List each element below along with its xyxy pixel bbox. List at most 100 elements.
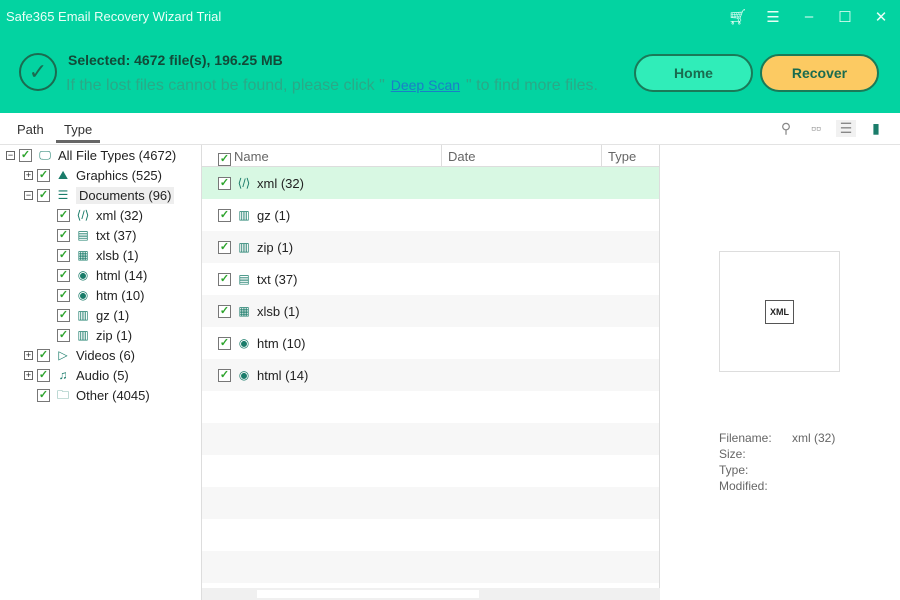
file-metadata: Filename: xml (32) Size: Type: Modified: bbox=[719, 430, 835, 494]
tree-node-html[interactable]: ✓ ◉ html (14) bbox=[57, 265, 147, 285]
checkbox[interactable]: ✓ bbox=[57, 308, 70, 322]
close-button[interactable]: ✕ bbox=[872, 8, 890, 26]
table-row[interactable] bbox=[202, 455, 659, 487]
tree-node-htm[interactable]: ✓ ◉ htm (10) bbox=[57, 285, 144, 305]
tree-node-videos[interactable]: + ✓ ▷ Videos (6) bbox=[24, 345, 135, 365]
preview-pane-icon[interactable]: ▮ bbox=[866, 120, 886, 137]
node-label: txt (37) bbox=[96, 227, 137, 243]
html-icon: ◉ bbox=[77, 268, 89, 282]
tree-node-other[interactable]: ✓ 🗀 Other (4045) bbox=[37, 385, 150, 405]
checkbox[interactable]: ✓ bbox=[37, 348, 50, 362]
node-label: All File Types (4672) bbox=[58, 147, 177, 163]
node-label: Videos (6) bbox=[76, 347, 136, 363]
expand-icon[interactable]: + bbox=[24, 370, 33, 380]
tree-node-gz[interactable]: ✓ ▥ gz (1) bbox=[57, 305, 129, 325]
table-row[interactable]: ✓ ▥ zip (1) bbox=[202, 231, 659, 263]
column-type[interactable]: Type bbox=[608, 149, 636, 164]
column-name[interactable]: Name bbox=[234, 149, 269, 164]
maximize-button[interactable]: ☐ bbox=[836, 8, 854, 26]
table-row[interactable]: ✓ ▦ xlsb (1) bbox=[202, 295, 659, 327]
list-header: ✓ Name Date Type bbox=[202, 145, 659, 167]
xml-icon: ⟨/⟩ bbox=[76, 208, 90, 222]
collapse-icon[interactable]: − bbox=[24, 190, 33, 200]
expand-icon[interactable]: + bbox=[24, 350, 33, 360]
excel-icon: ▦ bbox=[77, 248, 89, 262]
column-date[interactable]: Date bbox=[448, 149, 475, 164]
checkbox[interactable]: ✓ bbox=[218, 240, 231, 254]
node-label: zip (1) bbox=[96, 327, 133, 343]
filename-value: xml (32) bbox=[792, 431, 836, 445]
menu-icon[interactable]: ☰ bbox=[764, 8, 782, 26]
checkbox[interactable]: ✓ bbox=[218, 208, 231, 222]
recover-button[interactable]: Recover bbox=[760, 54, 879, 92]
tree-node-all[interactable]: − ✓ 🖵 All File Types (4672) bbox=[6, 145, 176, 165]
minimize-button[interactable]: – bbox=[800, 8, 818, 26]
checkbox[interactable]: ✓ bbox=[218, 304, 231, 318]
checkbox[interactable]: ✓ bbox=[218, 368, 231, 382]
tab-type[interactable]: Type bbox=[56, 122, 101, 143]
checkbox[interactable]: ✓ bbox=[37, 168, 50, 182]
home-button[interactable]: Home bbox=[634, 54, 753, 92]
music-icon: ♫ bbox=[58, 368, 68, 382]
row-name: txt (37) bbox=[257, 271, 298, 287]
text-file-icon: ▤ bbox=[238, 272, 250, 286]
header: Safe365 Email Recovery Wizard Trial 🛒︎ ☰… bbox=[0, 0, 900, 113]
tree-node-graphics[interactable]: + ✓ ⛰ Graphics (525) bbox=[24, 165, 162, 185]
horizontal-scrollbar[interactable] bbox=[202, 588, 660, 600]
row-name: gz (1) bbox=[257, 207, 291, 223]
checkbox[interactable]: ✓ bbox=[218, 176, 231, 190]
checkbox[interactable]: ✓ bbox=[37, 368, 50, 382]
archive-icon: ▥ bbox=[238, 208, 250, 222]
preview-thumbnail: XML bbox=[719, 251, 840, 372]
node-label: html (14) bbox=[96, 267, 148, 283]
tree-node-zip[interactable]: ✓ ▥ zip (1) bbox=[57, 325, 132, 345]
checkbox[interactable]: ✓ bbox=[19, 148, 32, 162]
tree-node-txt[interactable]: ✓ ▤ txt (37) bbox=[57, 225, 136, 245]
expand-icon[interactable]: + bbox=[24, 170, 33, 180]
checkbox[interactable]: ✓ bbox=[218, 272, 231, 286]
checkbox[interactable]: ✓ bbox=[57, 228, 70, 242]
deep-scan-link[interactable]: Deep Scan bbox=[391, 77, 460, 93]
xml-file-icon: XML bbox=[765, 299, 794, 324]
node-label: gz (1) bbox=[96, 307, 130, 323]
node-label: Graphics (525) bbox=[76, 167, 162, 183]
checkbox[interactable]: ✓ bbox=[57, 328, 70, 342]
check-circle-icon: ✓ bbox=[19, 53, 57, 91]
row-name: htm (10) bbox=[257, 335, 306, 351]
table-row[interactable] bbox=[202, 487, 659, 519]
checkbox[interactable]: ✓ bbox=[57, 268, 70, 282]
list-view-icon[interactable]: ☰ bbox=[836, 120, 856, 137]
preview-pane: XML Filename: xml (32) Size: Type: Modifi… bbox=[660, 145, 900, 600]
table-row[interactable] bbox=[202, 423, 659, 455]
checkbox[interactable]: ✓ bbox=[37, 188, 50, 202]
table-row[interactable]: ✓ ◉ html (14) bbox=[202, 359, 659, 391]
checkbox[interactable]: ✓ bbox=[37, 388, 50, 402]
row-name: zip (1) bbox=[257, 239, 294, 255]
video-icon: ▷ bbox=[58, 348, 68, 362]
image-icon: ⛰ bbox=[57, 168, 69, 182]
search-icon[interactable]: ⚲ bbox=[776, 120, 796, 137]
table-row[interactable]: ✓ ▤ txt (37) bbox=[202, 263, 659, 295]
table-row[interactable] bbox=[202, 519, 659, 551]
collapse-icon[interactable]: − bbox=[6, 150, 15, 160]
file-list: ✓ Name Date Type ✓ ⟨/⟩ xml (32) ✓ ▥ gz (1) ✓ ▥ z… bbox=[202, 145, 660, 600]
table-row[interactable]: ✓ ⟨/⟩ xml (32) bbox=[202, 167, 659, 199]
grid-view-icon[interactable]: ▫▫ bbox=[806, 120, 826, 137]
hint-text: If the lost files cannot be found, pleas… bbox=[66, 77, 598, 95]
checkbox[interactable]: ✓ bbox=[57, 248, 70, 262]
cart-icon[interactable]: 🛒︎ bbox=[728, 8, 747, 26]
tree-node-documents[interactable]: − ✓ ☰ Documents (96) bbox=[24, 185, 175, 205]
tree-node-audio[interactable]: + ✓ ♫ Audio (5) bbox=[24, 365, 129, 385]
table-row[interactable]: ✓ ◉ htm (10) bbox=[202, 327, 659, 359]
checkbox[interactable]: ✓ bbox=[218, 336, 231, 350]
table-row[interactable] bbox=[202, 551, 659, 583]
scrollbar-thumb[interactable] bbox=[257, 590, 479, 598]
filename-label: Filename: bbox=[719, 431, 772, 445]
tree-node-xlsb[interactable]: ✓ ▦ xlsb (1) bbox=[57, 245, 139, 265]
checkbox[interactable]: ✓ bbox=[57, 288, 70, 302]
checkbox[interactable]: ✓ bbox=[57, 208, 70, 222]
table-row[interactable]: ✓ ▥ gz (1) bbox=[202, 199, 659, 231]
table-row[interactable] bbox=[202, 391, 659, 423]
tree-node-xml[interactable]: ✓ ⟨/⟩ xml (32) bbox=[57, 205, 143, 225]
tab-path[interactable]: Path bbox=[17, 122, 44, 137]
